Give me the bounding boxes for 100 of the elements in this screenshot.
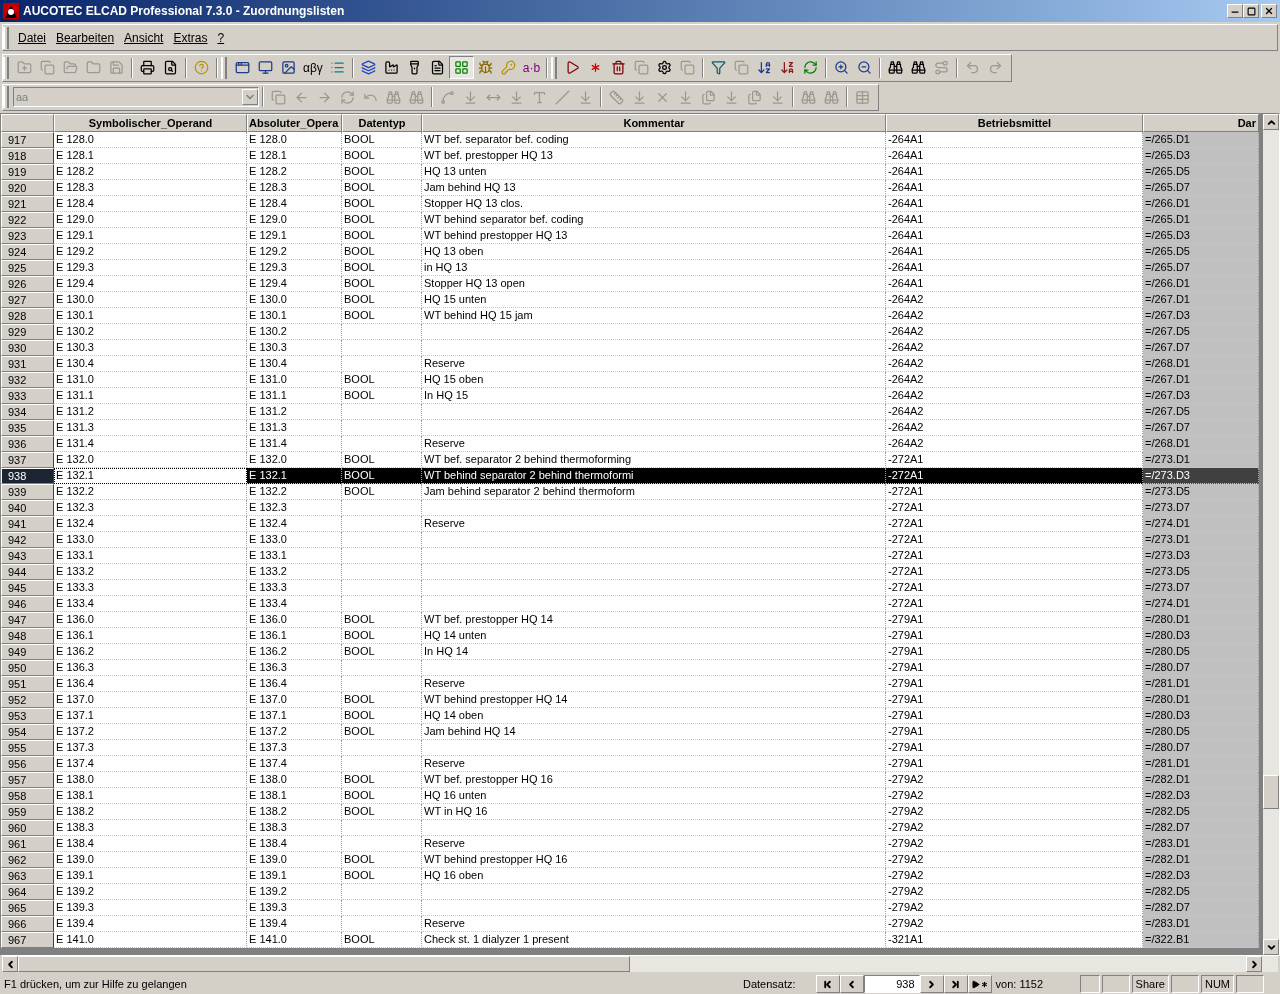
scroll-up-button[interactable] xyxy=(1263,114,1279,130)
row-number[interactable]: 928 xyxy=(1,308,54,324)
column-header[interactable]: Dar xyxy=(1143,114,1259,132)
row-number[interactable]: 920 xyxy=(1,180,54,196)
menu-item[interactable]: ? xyxy=(212,28,230,47)
binoculars-icon[interactable] xyxy=(824,89,839,105)
toolbar-grip[interactable] xyxy=(3,26,9,49)
vertical-scrollbar[interactable] xyxy=(1263,114,1279,955)
print-preview-icon[interactable] xyxy=(163,60,178,75)
redo-icon[interactable] xyxy=(988,60,1004,75)
binoculars-icon[interactable] xyxy=(801,89,816,105)
key-icon[interactable] xyxy=(500,60,516,75)
variable-button[interactable]: a·b xyxy=(519,58,544,77)
properties-icon[interactable] xyxy=(657,60,673,75)
minimize-button[interactable] xyxy=(1227,4,1243,18)
search-icon[interactable] xyxy=(888,60,904,75)
layers-icon[interactable] xyxy=(360,60,376,75)
row-number[interactable]: 956 xyxy=(1,756,54,772)
row-number[interactable]: 945 xyxy=(1,580,54,596)
menu-item[interactable]: Ansicht xyxy=(119,28,169,47)
files-icon[interactable] xyxy=(747,89,762,105)
toolbar-grip[interactable] xyxy=(3,56,9,79)
binoculars-icon[interactable] xyxy=(386,89,401,105)
new-record-button[interactable] xyxy=(967,975,992,993)
row-number[interactable]: 924 xyxy=(1,244,54,260)
font-icon[interactable] xyxy=(532,89,547,105)
horizontal-scrollbar[interactable] xyxy=(2,956,1278,972)
menu-item[interactable]: Bearbeiten xyxy=(51,28,120,47)
row-number[interactable]: 962 xyxy=(1,852,54,868)
slash-icon[interactable] xyxy=(555,89,570,105)
row-number[interactable]: 946 xyxy=(1,596,54,612)
row-number[interactable]: 938 xyxy=(1,468,54,484)
row-number[interactable]: 930 xyxy=(1,340,54,356)
maximize-button[interactable] xyxy=(1243,4,1259,18)
last-record-button[interactable] xyxy=(943,975,968,993)
ruler-icon[interactable] xyxy=(609,89,624,105)
row-number[interactable]: 932 xyxy=(1,372,54,388)
column-header[interactable]: Betriebsmittel xyxy=(886,114,1143,132)
next-record-button[interactable] xyxy=(919,975,944,993)
row-number[interactable]: 944 xyxy=(1,564,54,580)
row-number[interactable]: 961 xyxy=(1,836,54,852)
grid-view-button[interactable] xyxy=(448,56,474,79)
row-number[interactable]: 926 xyxy=(1,276,54,292)
row-number[interactable]: 935 xyxy=(1,420,54,436)
monitor-icon[interactable] xyxy=(258,60,273,75)
greek-symbols-button[interactable]: αβγ xyxy=(300,58,326,77)
window-icon[interactable] xyxy=(235,60,250,75)
row-number[interactable]: 966 xyxy=(1,916,54,932)
row-number[interactable]: 922 xyxy=(1,212,54,228)
binoculars-icon[interactable] xyxy=(409,89,424,105)
menu-item[interactable]: Extras xyxy=(168,28,213,47)
scroll-down-button[interactable] xyxy=(1263,939,1279,955)
undo-icon[interactable] xyxy=(965,60,981,75)
row-number[interactable]: 964 xyxy=(1,884,54,900)
row-number[interactable]: 937 xyxy=(1,452,54,468)
copy-icon[interactable] xyxy=(271,89,286,105)
record-number-field[interactable]: 938 xyxy=(863,975,920,993)
play-icon[interactable] xyxy=(565,60,581,75)
row-number[interactable]: 949 xyxy=(1,644,54,660)
row-number[interactable]: 936 xyxy=(1,436,54,452)
row-number[interactable]: 927 xyxy=(1,292,54,308)
row-number[interactable]: 954 xyxy=(1,724,54,740)
column-header[interactable]: Datentyp xyxy=(342,114,422,132)
row-number[interactable]: 931 xyxy=(1,356,54,372)
toolbar-grip[interactable] xyxy=(221,56,227,79)
line-icon[interactable] xyxy=(440,89,455,105)
row-number[interactable]: 958 xyxy=(1,788,54,804)
row-number[interactable]: 923 xyxy=(1,228,54,244)
row-number[interactable]: 951 xyxy=(1,676,54,692)
copy-icon[interactable] xyxy=(734,60,750,75)
zoom-in-icon[interactable] xyxy=(834,60,850,75)
delete-icon[interactable] xyxy=(611,60,627,75)
row-number[interactable]: 940 xyxy=(1,500,54,516)
row-number[interactable]: 919 xyxy=(1,164,54,180)
row-number[interactable]: 942 xyxy=(1,532,54,548)
scroll-thumb[interactable] xyxy=(1263,775,1279,809)
download-arrow-icon[interactable] xyxy=(632,89,647,105)
previous-record-button[interactable] xyxy=(839,975,864,993)
image-icon[interactable] xyxy=(281,60,296,75)
download-arrow-icon[interactable] xyxy=(578,89,593,105)
row-number[interactable]: 929 xyxy=(1,324,54,340)
row-number[interactable]: 950 xyxy=(1,660,54,676)
zoom-out-icon[interactable] xyxy=(857,60,873,75)
row-number[interactable]: 963 xyxy=(1,868,54,884)
document-icon[interactable] xyxy=(429,60,445,75)
download-arrow-icon[interactable] xyxy=(509,89,524,105)
list-icon[interactable] xyxy=(329,60,345,75)
sort-ascending-icon[interactable] xyxy=(757,60,773,75)
refresh-icon[interactable] xyxy=(803,60,819,75)
row-number[interactable]: 960 xyxy=(1,820,54,836)
row-number[interactable]: 925 xyxy=(1,260,54,276)
sort-descending-icon[interactable] xyxy=(780,60,796,75)
files-icon[interactable] xyxy=(701,89,716,105)
row-number[interactable]: 948 xyxy=(1,628,54,644)
save-icon[interactable] xyxy=(109,60,124,75)
scroll-right-button[interactable] xyxy=(1246,956,1262,972)
row-number[interactable]: 939 xyxy=(1,484,54,500)
row-number[interactable]: 967 xyxy=(1,932,54,948)
folder-icon[interactable] xyxy=(86,60,101,75)
row-number[interactable]: 933 xyxy=(1,388,54,404)
